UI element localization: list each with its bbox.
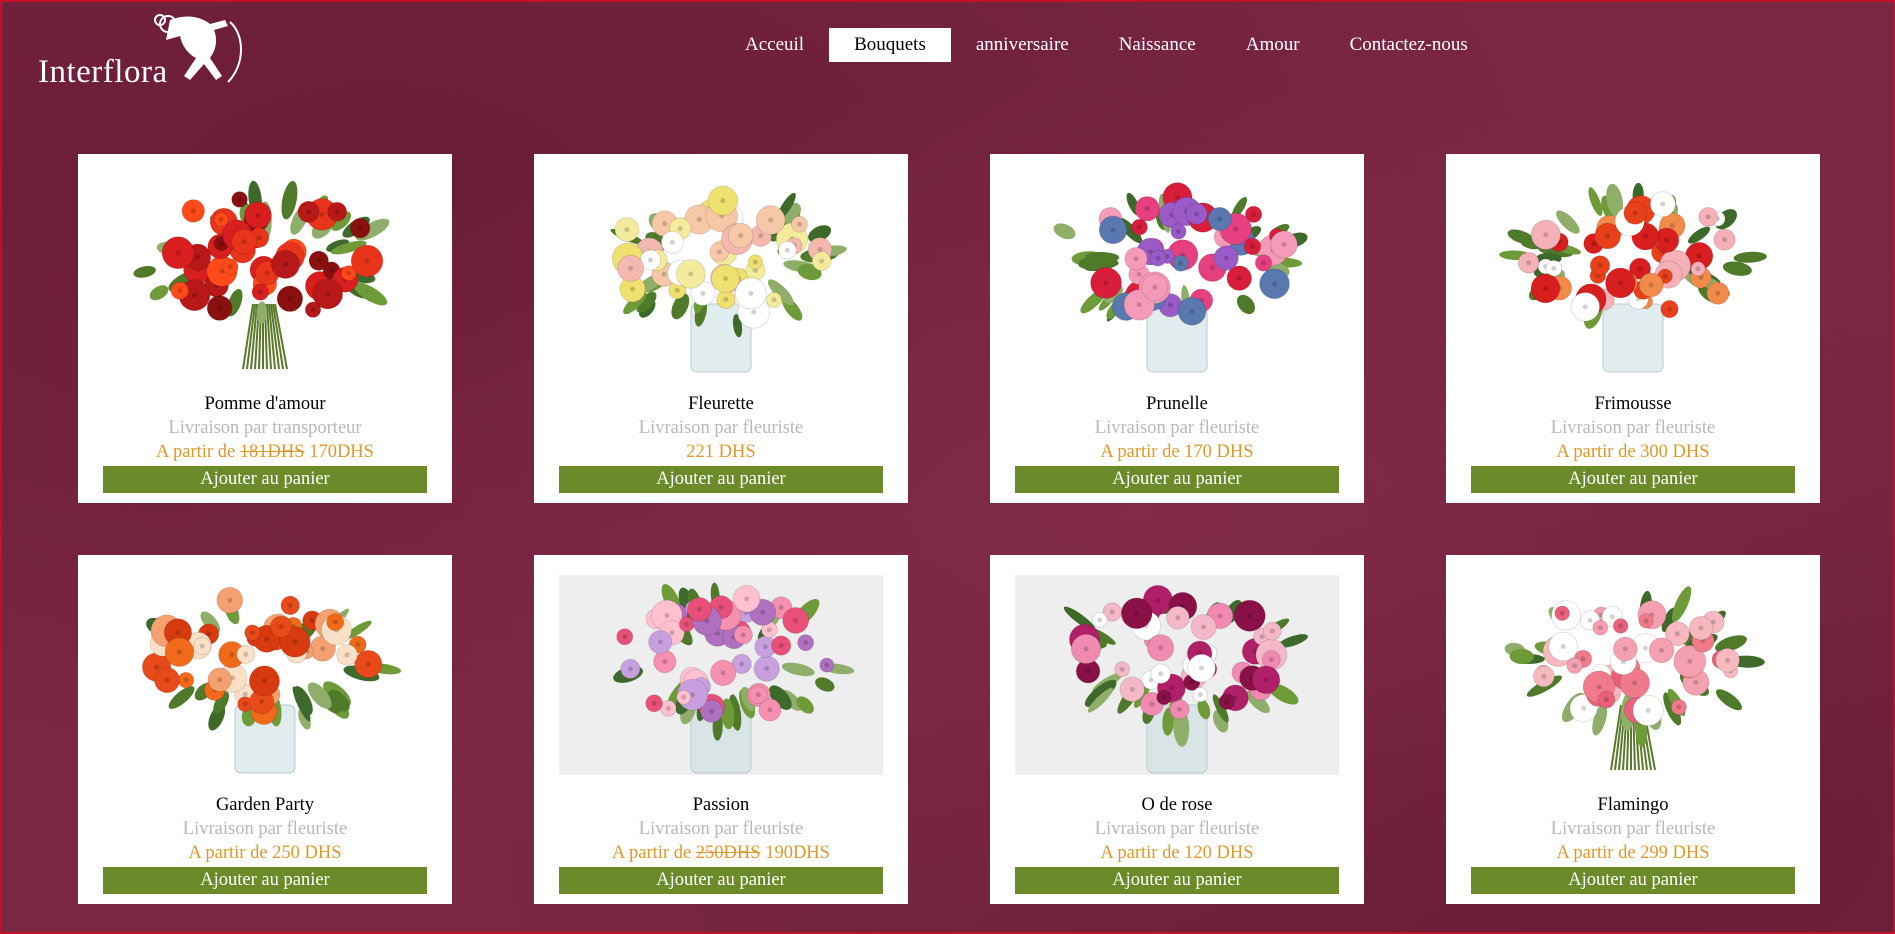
nav-item-anniversaire[interactable]: anniversaire [951,28,1094,62]
product-price: 221 DHS [534,442,908,463]
price-prefix: A partir de [1100,843,1180,863]
bouquet-image [1499,182,1767,373]
bouquet-image [1053,182,1308,373]
bouquet-image [1015,575,1339,775]
add-to-cart-button[interactable]: Ajouter au panier [1015,466,1339,493]
product-card: O de rose Livraison par fleuriste A partir… [990,555,1364,904]
product-image[interactable] [103,174,427,374]
product-name: Prunelle [1146,394,1208,414]
product-price: A partir de 181DHS 170DHS [78,442,452,463]
price-prefix: A partir de [1100,442,1180,462]
old-price: 181DHS [239,442,305,462]
product-card: Frimousse Livraison par fleuriste A partir… [1446,154,1820,503]
price-prefix: A partir de [156,442,236,462]
current-price: 170 DHS [1184,442,1254,462]
add-to-cart-button[interactable]: Ajouter au panier [559,466,883,493]
bouquet-image [610,185,847,373]
current-price: 221 DHS [686,442,756,462]
product-image[interactable] [1015,575,1339,775]
current-price: 250 DHS [272,843,342,863]
product-card: Flamingo Livraison par fleuriste A partir … [1446,555,1820,904]
product-image[interactable] [559,174,883,374]
add-to-cart-button[interactable]: Ajouter au panier [103,466,427,493]
product-price: A partir de 250DHS 190DHS [534,843,908,864]
bouquet-image [1504,586,1765,771]
logo-text: Interflora [38,54,168,90]
product-card: Fleurette Livraison par fleuriste 221 DHS A… [534,154,908,503]
product-name: Passion [692,795,750,815]
delivery-method: Livraison par transporteur [168,418,362,438]
nav-item-contactez-nous[interactable]: Contactez-nous [1325,28,1493,62]
product-name: Garden Party [215,795,315,815]
product-name: Fleurette [688,394,754,414]
price-prefix: A partir de [188,843,268,863]
add-to-cart-button[interactable]: Ajouter au panier [1015,867,1339,894]
product-price: A partir de 299 DHS [1446,843,1820,864]
product-image[interactable] [559,575,883,775]
current-price: 190DHS [765,843,830,863]
product-price: A partir de 170 DHS [990,442,1364,463]
product-card: Passion Livraison par fleuriste A partir d… [534,555,908,904]
bouquet-image [559,575,883,775]
delivery-method: Livraison par fleuriste [638,418,804,438]
product-name: O de rose [1141,795,1213,815]
add-to-cart-button[interactable]: Ajouter au panier [1471,466,1795,493]
delivery-method: Livraison par fleuriste [638,819,804,839]
product-image[interactable] [103,575,427,775]
bouquet-image [141,586,402,774]
current-price: 120 DHS [1184,843,1254,863]
current-price: 299 DHS [1640,843,1710,863]
delivery-method: Livraison par fleuriste [1094,418,1260,438]
product-image[interactable] [1015,174,1339,374]
product-name: Flamingo [1597,795,1669,815]
delivery-method: Livraison par fleuriste [1550,819,1716,839]
product-card: Pomme d'amour Livraison par transporteur A… [78,154,452,503]
add-to-cart-button[interactable]: Ajouter au panier [1471,867,1795,894]
current-price: 300 DHS [1640,442,1710,462]
product-card: Garden Party Livraison par fleuriste A par… [78,555,452,904]
header: Interflora Acceuil Bouquets anniversaire Na… [2,2,1893,112]
add-to-cart-button[interactable]: Ajouter au panier [103,867,427,894]
nav-item-bouquets[interactable]: Bouquets [829,28,951,62]
delivery-method: Livraison par fleuriste [182,819,348,839]
product-image[interactable] [1471,575,1795,775]
main-nav: Acceuil Bouquets anniversaire Naissance Amou… [720,28,1493,62]
price-prefix: A partir de [612,843,692,863]
old-price: 250DHS [695,843,761,863]
current-price: 170DHS [309,442,374,462]
add-to-cart-button[interactable]: Ajouter au panier [559,867,883,894]
product-price: A partir de 120 DHS [990,843,1364,864]
delivery-method: Livraison par fleuriste [1094,819,1260,839]
nav-item-acceuil[interactable]: Acceuil [720,28,829,62]
price-prefix: A partir de [1556,843,1636,863]
bouquet-image [133,180,390,370]
delivery-method: Livraison par fleuriste [1550,418,1716,438]
nav-item-amour[interactable]: Amour [1221,28,1325,62]
product-name: Frimousse [1594,394,1672,414]
product-grid: Pomme d'amour Livraison par transporteur A… [78,154,1820,904]
product-image[interactable] [1471,174,1795,374]
nav-item-naissance[interactable]: Naissance [1094,28,1221,62]
price-prefix: A partir de [1556,442,1636,462]
interflora-logo[interactable]: Interflora [38,10,242,90]
product-name: Pomme d'amour [204,394,326,414]
product-card: Prunelle Livraison par fleuriste A partir … [990,154,1364,503]
product-price: A partir de 300 DHS [1446,442,1820,463]
product-price: A partir de 250 DHS [78,843,452,864]
